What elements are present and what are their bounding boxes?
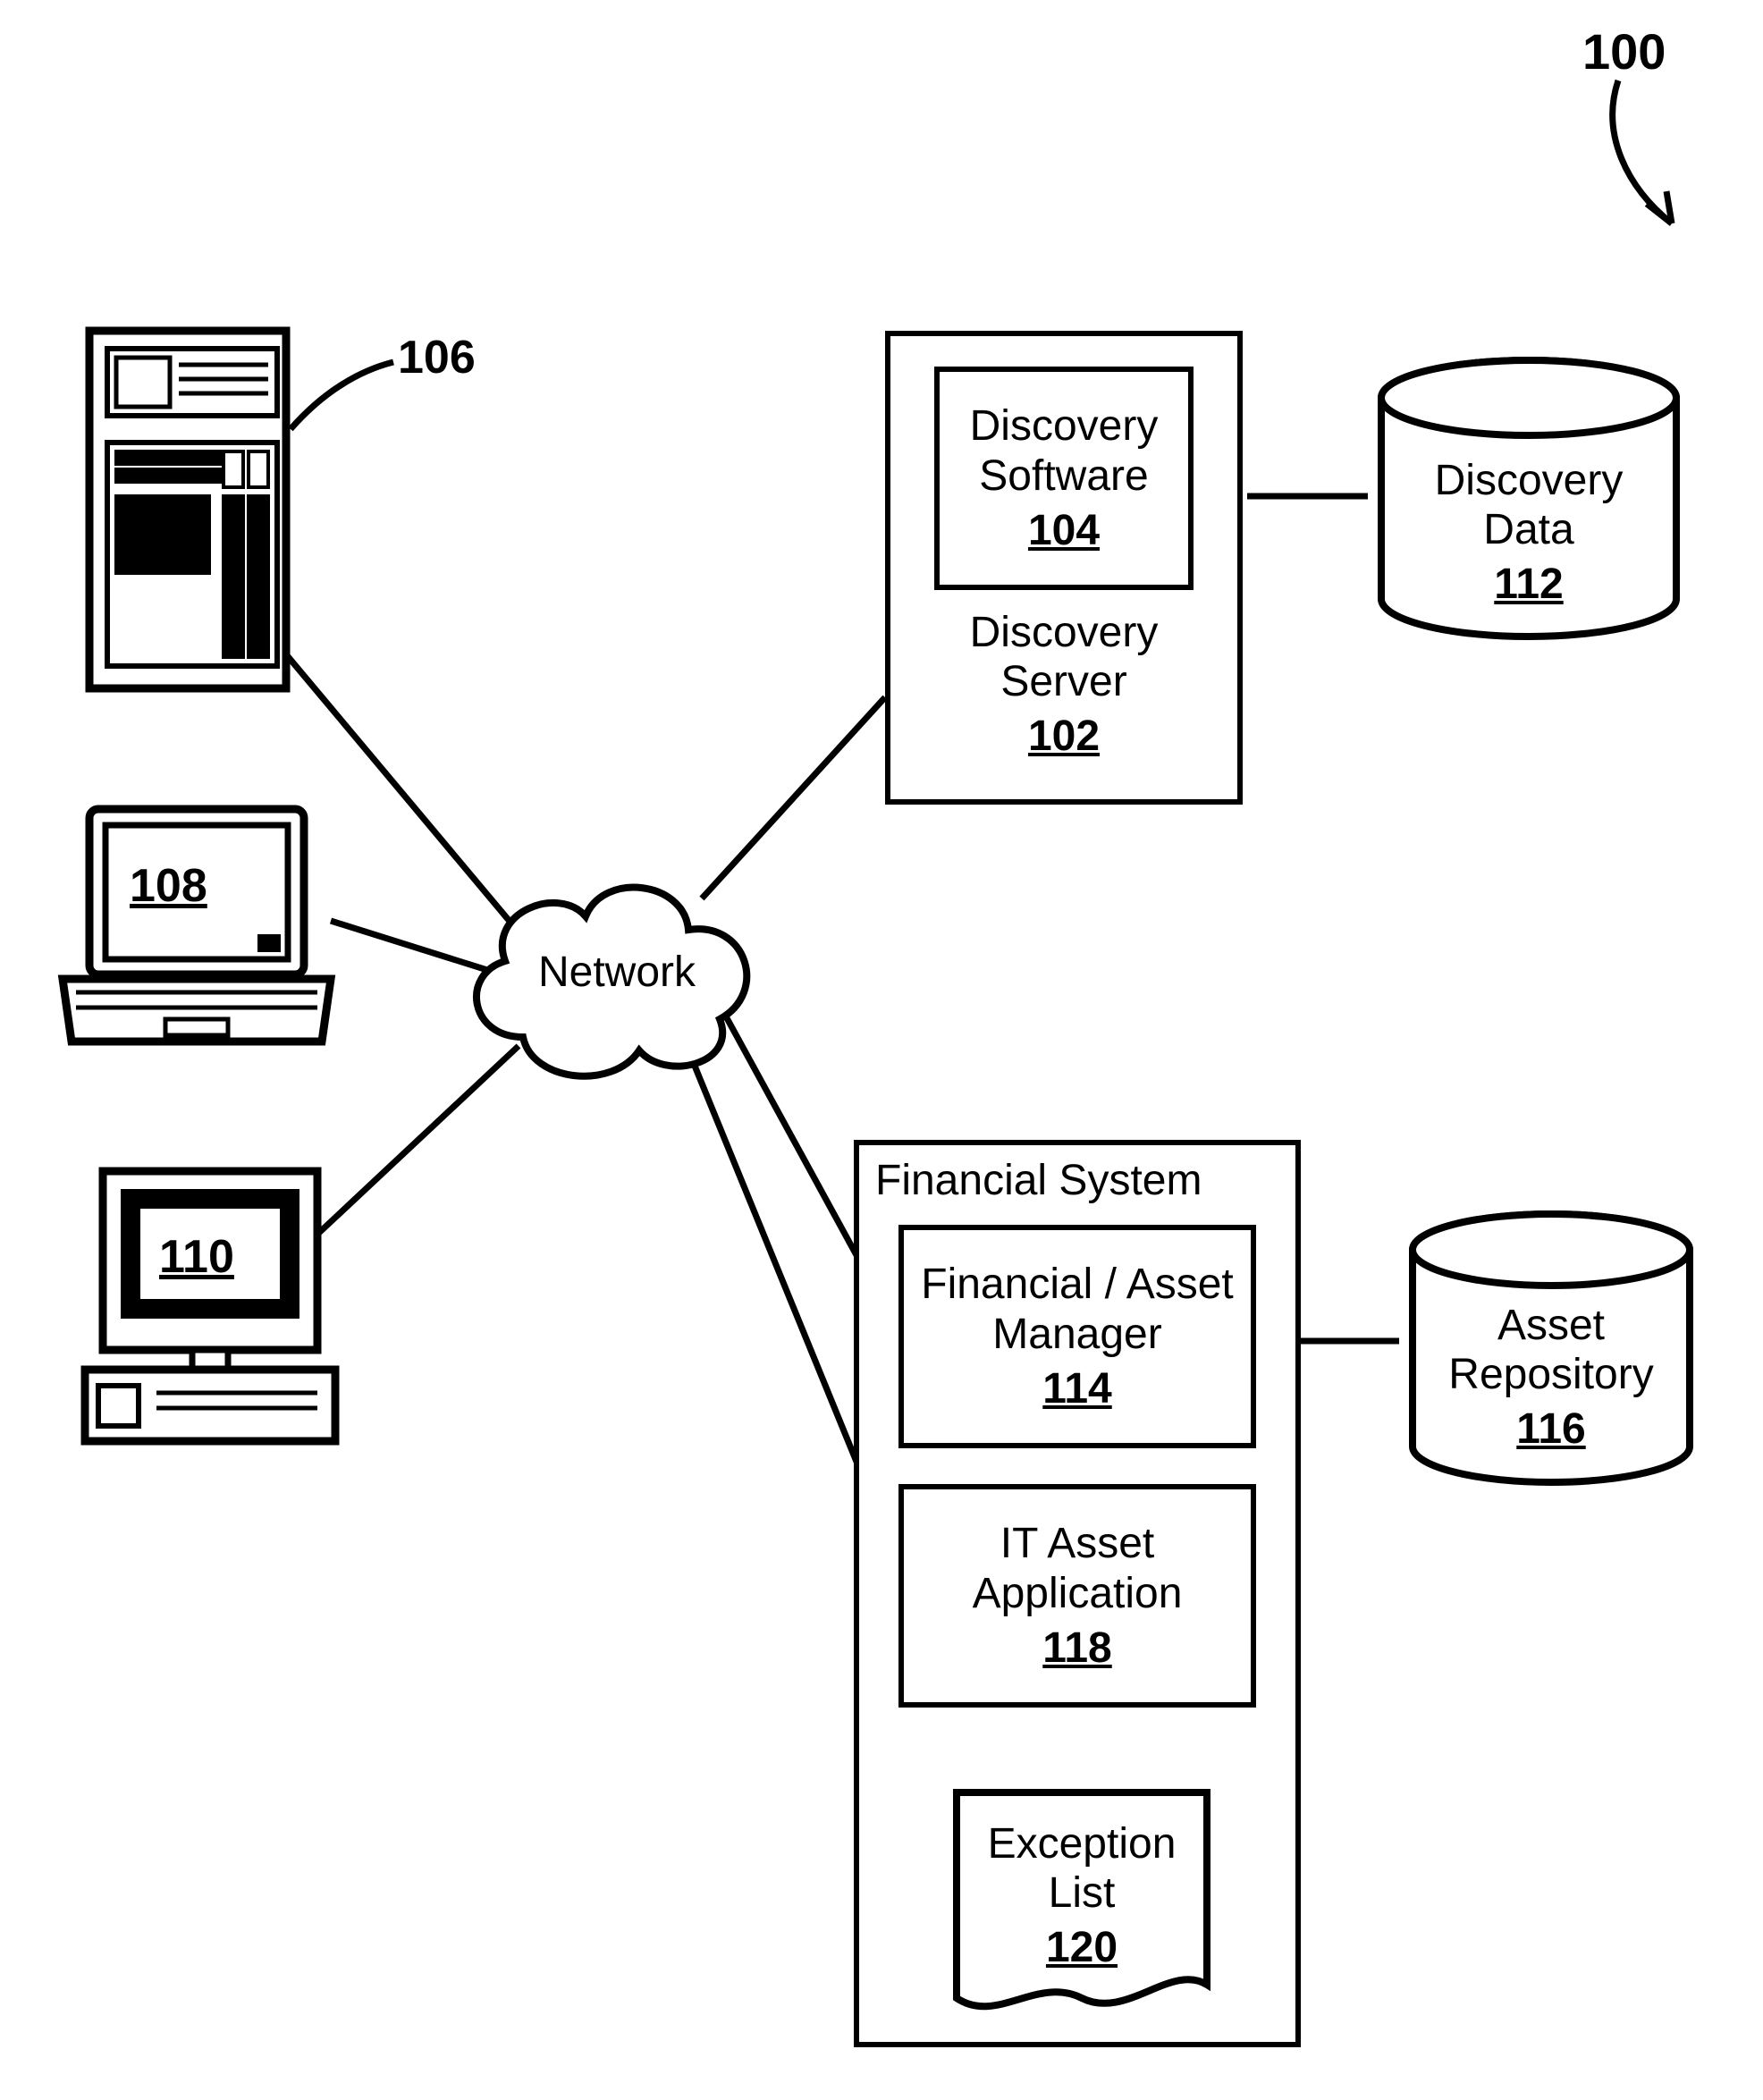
financial-system-title: Financial System bbox=[859, 1145, 1295, 1216]
exception-list-label2: List bbox=[948, 1868, 1216, 1918]
mainframe-icon bbox=[80, 322, 304, 706]
laptop-ref: 108 bbox=[130, 859, 207, 913]
it-asset-app-label2: Application bbox=[973, 1569, 1183, 1618]
asset-repo-label2: Repository bbox=[1399, 1350, 1703, 1399]
asset-repo-ref: 116 bbox=[1516, 1404, 1585, 1454]
mainframe-ref: 106 bbox=[398, 331, 476, 384]
exception-list-label1: Exception bbox=[948, 1819, 1216, 1868]
discovery-server-ref: 102 bbox=[1028, 712, 1100, 761]
discovery-software-ref: 104 bbox=[1028, 506, 1100, 555]
financial-manager-ref: 114 bbox=[1042, 1364, 1111, 1413]
discovery-software-label2: Software bbox=[979, 451, 1148, 501]
it-asset-app-label1: IT Asset bbox=[1000, 1519, 1155, 1568]
it-asset-app-box: IT Asset Application 118 bbox=[898, 1484, 1256, 1708]
discovery-data-ref: 112 bbox=[1494, 560, 1563, 609]
discovery-data-label1: Discovery bbox=[1368, 456, 1690, 505]
financial-manager-label1: Financial / Asset bbox=[921, 1260, 1234, 1309]
exception-list-labels: Exception List 120 bbox=[948, 1819, 1216, 1972]
it-asset-app-ref: 118 bbox=[1042, 1623, 1111, 1673]
discovery-software-box: Discovery Software 104 bbox=[934, 367, 1194, 590]
desktop-ref: 110 bbox=[159, 1230, 234, 1284]
asset-repo-labels: Asset Repository 116 bbox=[1399, 1301, 1703, 1454]
asset-repo-label1: Asset bbox=[1399, 1301, 1703, 1350]
discovery-software-label1: Discovery bbox=[970, 401, 1159, 451]
discovery-server-label2: Server bbox=[885, 657, 1243, 706]
exception-list-ref: 120 bbox=[1046, 1923, 1118, 1972]
discovery-server-label1: Discovery bbox=[885, 608, 1243, 657]
laptop-icon bbox=[54, 800, 340, 1059]
discovery-data-labels: Discovery Data 112 bbox=[1368, 456, 1690, 609]
figure-reference: 100 bbox=[1582, 22, 1666, 80]
discovery-data-label2: Data bbox=[1368, 505, 1690, 554]
financial-manager-label2: Manager bbox=[992, 1310, 1161, 1359]
financial-manager-box: Financial / Asset Manager 114 bbox=[898, 1225, 1256, 1448]
desktop-icon bbox=[76, 1162, 344, 1457]
diagram-canvas: 100 106 bbox=[0, 0, 1763, 2100]
network-label: Network bbox=[536, 948, 697, 997]
discovery-server-labels: Discovery Server 102 bbox=[885, 608, 1243, 761]
